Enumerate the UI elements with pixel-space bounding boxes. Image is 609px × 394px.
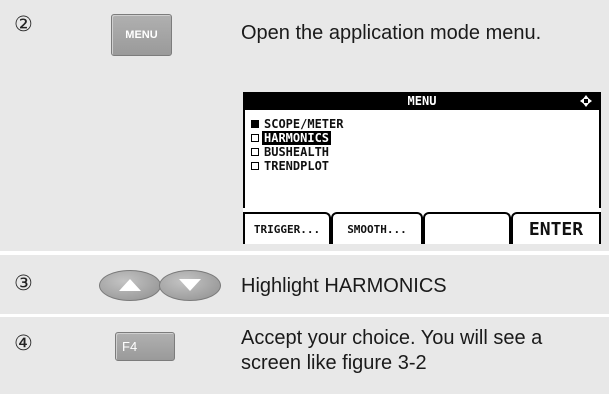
softkey-smooth[interactable]: SMOOTH... (331, 212, 423, 244)
triangle-up-icon (119, 279, 141, 291)
menu-item-label: HARMONICS (262, 131, 332, 145)
softkey-bar: TRIGGER... SMOOTH... ENTER (243, 208, 601, 244)
softkey-trigger[interactable]: TRIGGER... (243, 212, 331, 244)
arrow-down-button[interactable] (159, 270, 221, 301)
step-description: Highlight HARMONICS (241, 275, 447, 297)
menu-item-label: BUSHEALTH (264, 145, 330, 159)
step-number: ④ (14, 331, 33, 355)
menu-list: SCOPE/METER HARMONICS BUSHEALTH TRENDPLO… (251, 117, 343, 173)
checkbox-checked-icon (251, 120, 259, 128)
menu-item-scope-meter[interactable]: SCOPE/METER (251, 117, 343, 131)
step-description: Accept your choice. You will see a scree… (241, 327, 543, 374)
f4-button[interactable]: F4 (115, 332, 175, 361)
menu-item-label: TRENDPLOT (264, 159, 330, 173)
screen-title-bar: MENU (243, 92, 601, 110)
softkey-empty[interactable] (423, 212, 511, 244)
menu-item-bushealth[interactable]: BUSHEALTH (251, 145, 343, 159)
checkbox-empty-icon (251, 162, 259, 170)
instruction-table: ② MENU Open the application mode menu. M… (0, 0, 609, 394)
menu-item-trendplot[interactable]: TRENDPLOT (251, 159, 343, 173)
step-row-4: ④ Accept your choice. You will see a scr… (0, 317, 609, 394)
menu-panel: SCOPE/METER HARMONICS BUSHEALTH TRENDPLO… (243, 110, 601, 208)
up-down-left-right-arrows-icon (580, 95, 592, 107)
screen-title: MENU (407, 94, 437, 108)
step-number: ② (14, 12, 33, 36)
checkbox-empty-icon (251, 134, 259, 142)
step-description: Open the application mode menu. (241, 22, 542, 44)
instrument-screen: MENU SCOPE/METER HARMONICS BUSHEALTH TRE… (243, 92, 601, 244)
step-row-2: ② MENU Open the application mode menu. M… (0, 0, 609, 251)
menu-button[interactable]: MENU (111, 14, 172, 56)
triangle-down-icon (179, 279, 201, 291)
checkbox-empty-icon (251, 148, 259, 156)
step-number: ③ (14, 271, 33, 295)
softkey-enter[interactable]: ENTER (511, 212, 601, 244)
menu-item-label: SCOPE/METER (264, 117, 344, 131)
step-row-3: ③ Highlight HARMONICS (0, 255, 609, 314)
menu-item-harmonics[interactable]: HARMONICS (251, 131, 343, 145)
arrow-up-button[interactable] (99, 270, 161, 301)
